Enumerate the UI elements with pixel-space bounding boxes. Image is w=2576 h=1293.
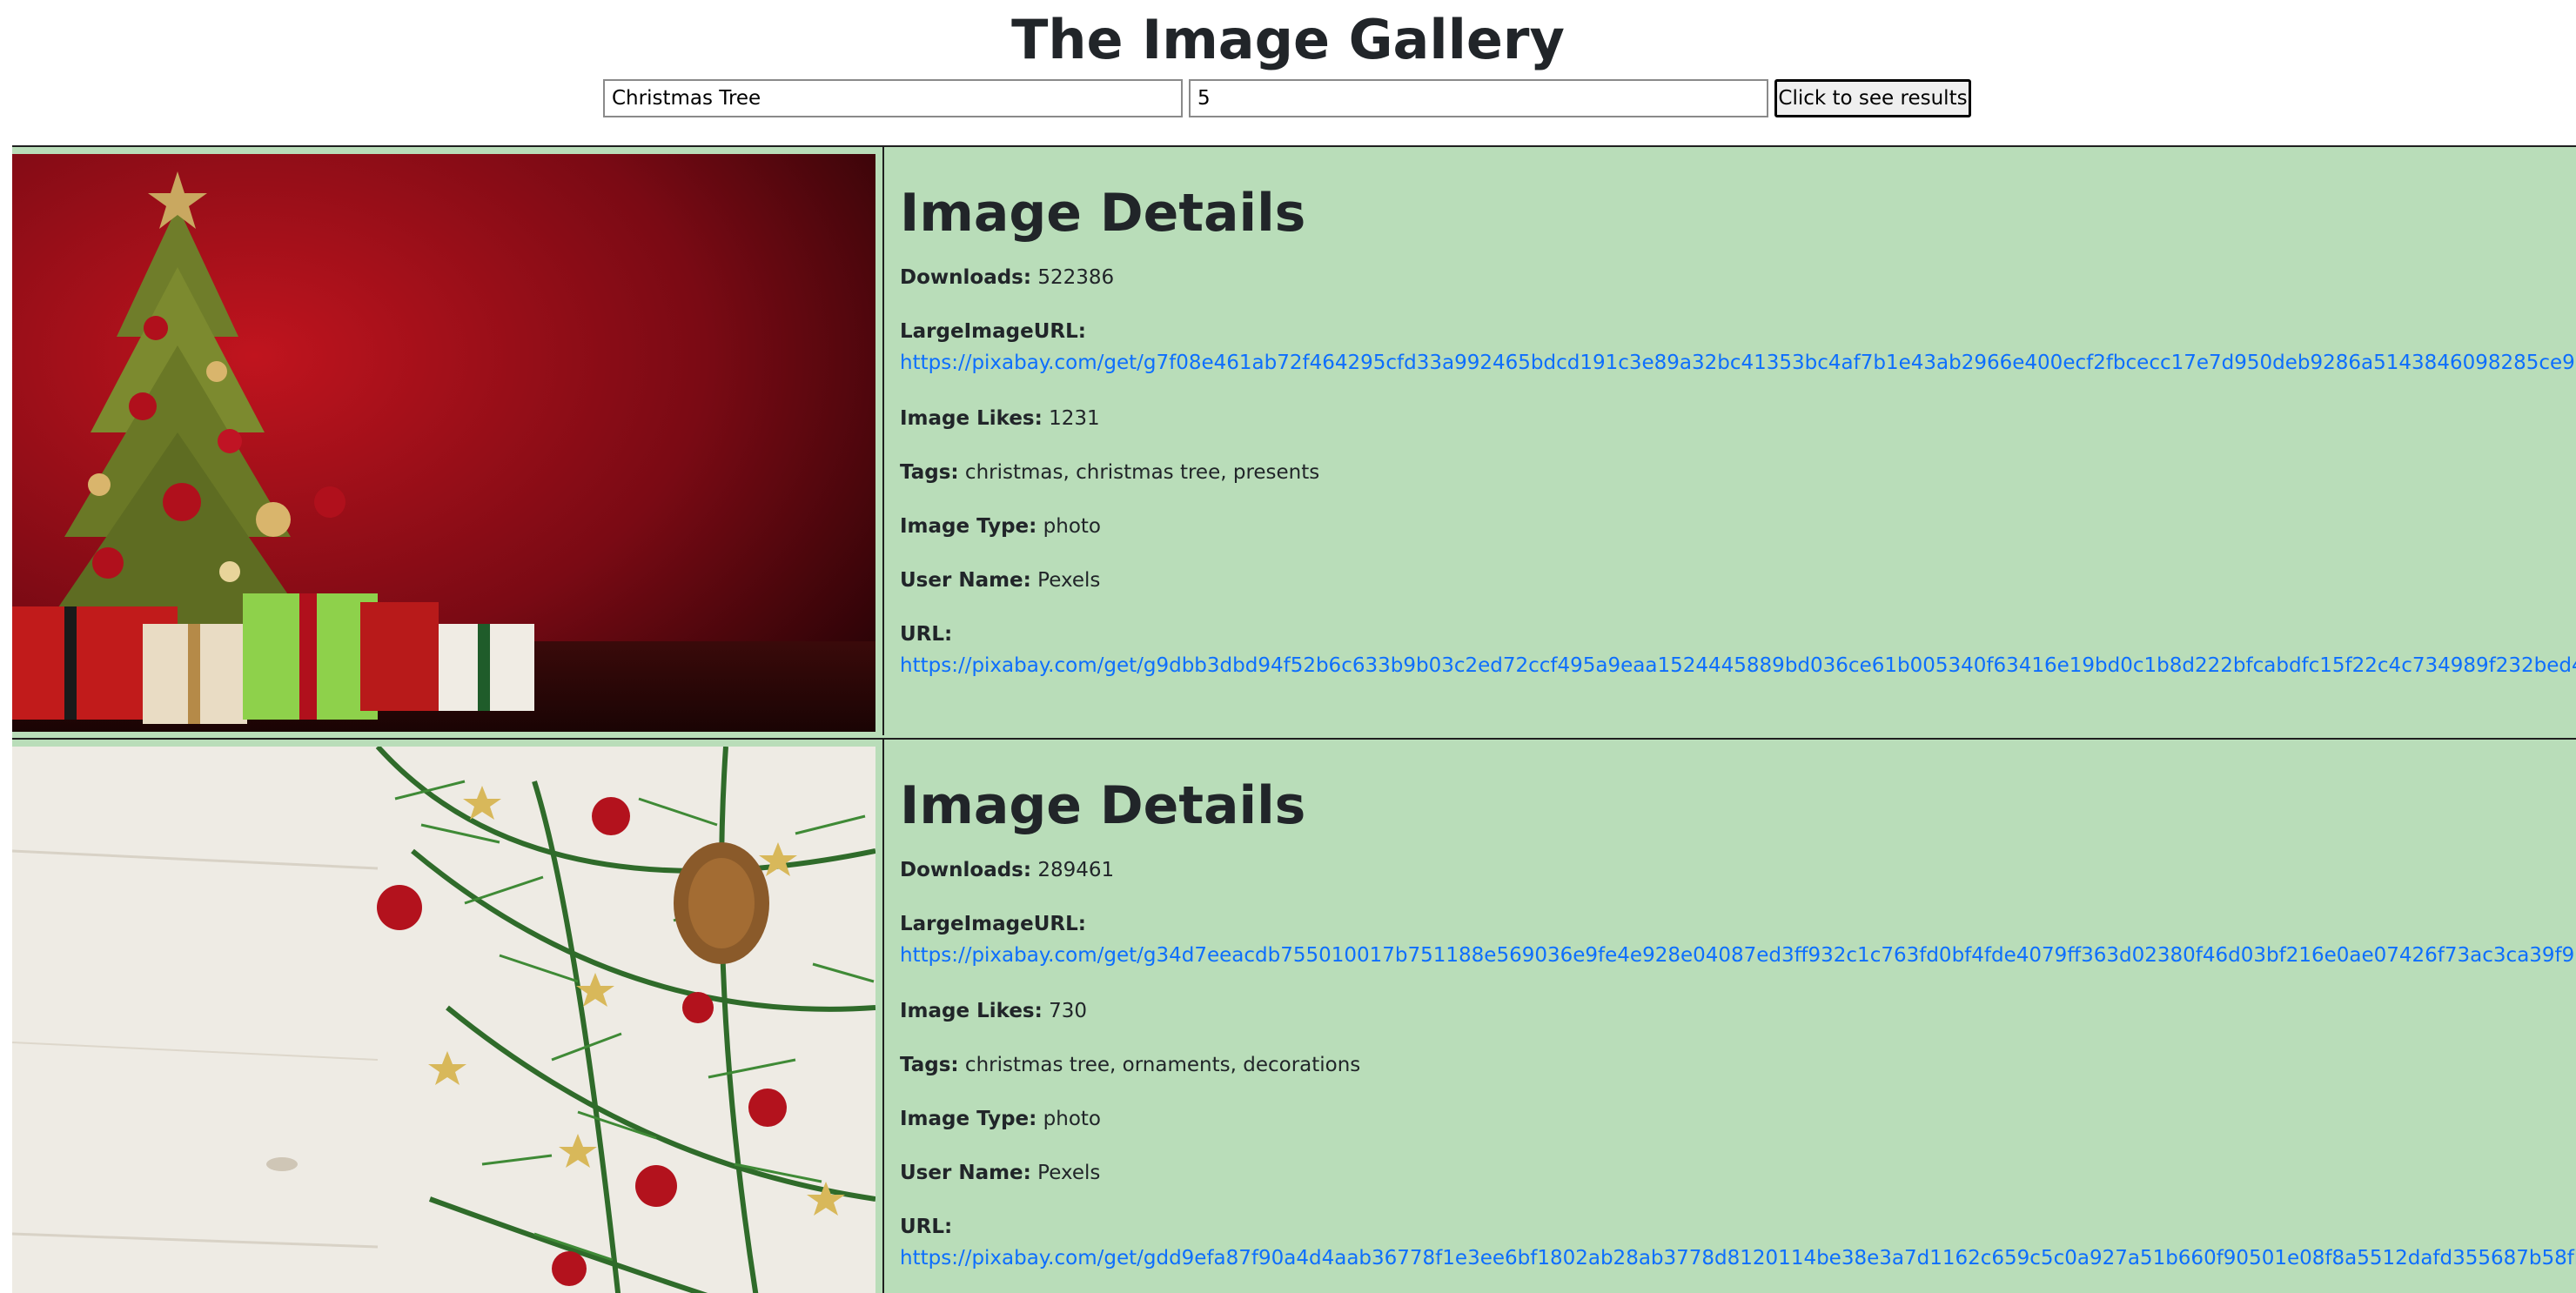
- tags-field: Tags: christmas, christmas tree, present…: [900, 458, 1319, 487]
- tags-value: christmas, christmas tree, presents: [964, 461, 1320, 484]
- large-image-url-label: LargeImageURL:: [900, 913, 1086, 935]
- url-label: URL:: [900, 623, 953, 646]
- results-list: Image Details Downloads: 522386 LargeIma…: [12, 145, 2576, 1293]
- downloads-label: Downloads:: [900, 859, 1032, 881]
- image-type-value: photo: [1043, 515, 1101, 538]
- result-row: Image Details Downloads: 522386 LargeIma…: [12, 145, 2576, 735]
- result-image: [12, 154, 875, 732]
- url-link[interactable]: https://pixabay.com/get/g9dbb3dbd94f52b6…: [900, 651, 2576, 680]
- url-link[interactable]: https://pixabay.com/get/gdd9efa87f90a4d4…: [900, 1243, 2576, 1273]
- details-heading: Image Details: [900, 775, 1306, 836]
- image-details-panel: Image Details Downloads: 522386 LargeIma…: [891, 147, 2576, 735]
- large-image-url-link[interactable]: https://pixabay.com/get/g34d7eeacdb75501…: [900, 941, 2576, 970]
- result-row: Image Details Downloads: 289461 LargeIma…: [12, 738, 2576, 1293]
- tags-label: Tags:: [900, 461, 959, 484]
- tags-label: Tags:: [900, 1054, 959, 1076]
- search-query-input[interactable]: [603, 79, 1183, 117]
- downloads-field: Downloads: 289461: [900, 855, 1114, 885]
- downloads-field: Downloads: 522386: [900, 263, 1114, 292]
- details-heading: Image Details: [900, 183, 1306, 244]
- url-field: URL:: [900, 620, 952, 649]
- image-type-value: photo: [1043, 1108, 1101, 1130]
- see-results-button[interactable]: Click to see results: [1774, 79, 1971, 117]
- user-name-label: User Name:: [900, 1162, 1031, 1184]
- likes-label: Image Likes:: [900, 1000, 1043, 1022]
- url-label: URL:: [900, 1216, 953, 1238]
- image-type-label: Image Type:: [900, 1108, 1037, 1130]
- image-details-panel: Image Details Downloads: 289461 LargeIma…: [891, 740, 2576, 1293]
- column-divider: [882, 147, 884, 735]
- image-type-field: Image Type: photo: [900, 512, 1101, 541]
- column-divider: [882, 740, 884, 1293]
- tags-value: christmas tree, ornaments, decorations: [964, 1054, 1361, 1076]
- user-name-value: Pexels: [1037, 569, 1101, 592]
- result-image: [12, 747, 875, 1293]
- downloads-label: Downloads:: [900, 266, 1032, 289]
- image-type-label: Image Type:: [900, 515, 1037, 538]
- page-title: The Image Gallery: [1011, 8, 1565, 71]
- user-name-value: Pexels: [1037, 1162, 1101, 1184]
- result-count-input[interactable]: [1189, 79, 1768, 117]
- large-image-url-field: LargeImageURL:: [900, 909, 1086, 939]
- likes-value: 1231: [1049, 407, 1100, 430]
- downloads-value: 289461: [1037, 859, 1115, 881]
- pine-branches-photo: [12, 747, 875, 1293]
- user-name-field: User Name: Pexels: [900, 566, 1100, 595]
- large-image-url-label: LargeImageURL:: [900, 320, 1086, 343]
- url-field: URL:: [900, 1212, 952, 1242]
- christmas-tree-photo: [12, 154, 875, 732]
- user-name-field: User Name: Pexels: [900, 1158, 1100, 1188]
- likes-field: Image Likes: 1231: [900, 404, 1100, 433]
- search-bar: Click to see results: [0, 79, 2576, 121]
- image-type-field: Image Type: photo: [900, 1104, 1101, 1134]
- tags-field: Tags: christmas tree, ornaments, decorat…: [900, 1050, 1360, 1080]
- large-image-url-field: LargeImageURL:: [900, 317, 1086, 346]
- user-name-label: User Name:: [900, 569, 1031, 592]
- likes-label: Image Likes:: [900, 407, 1043, 430]
- downloads-value: 522386: [1037, 266, 1115, 289]
- likes-value: 730: [1049, 1000, 1088, 1022]
- large-image-url-link[interactable]: https://pixabay.com/get/g7f08e461ab72f46…: [900, 348, 2576, 378]
- likes-field: Image Likes: 730: [900, 996, 1087, 1026]
